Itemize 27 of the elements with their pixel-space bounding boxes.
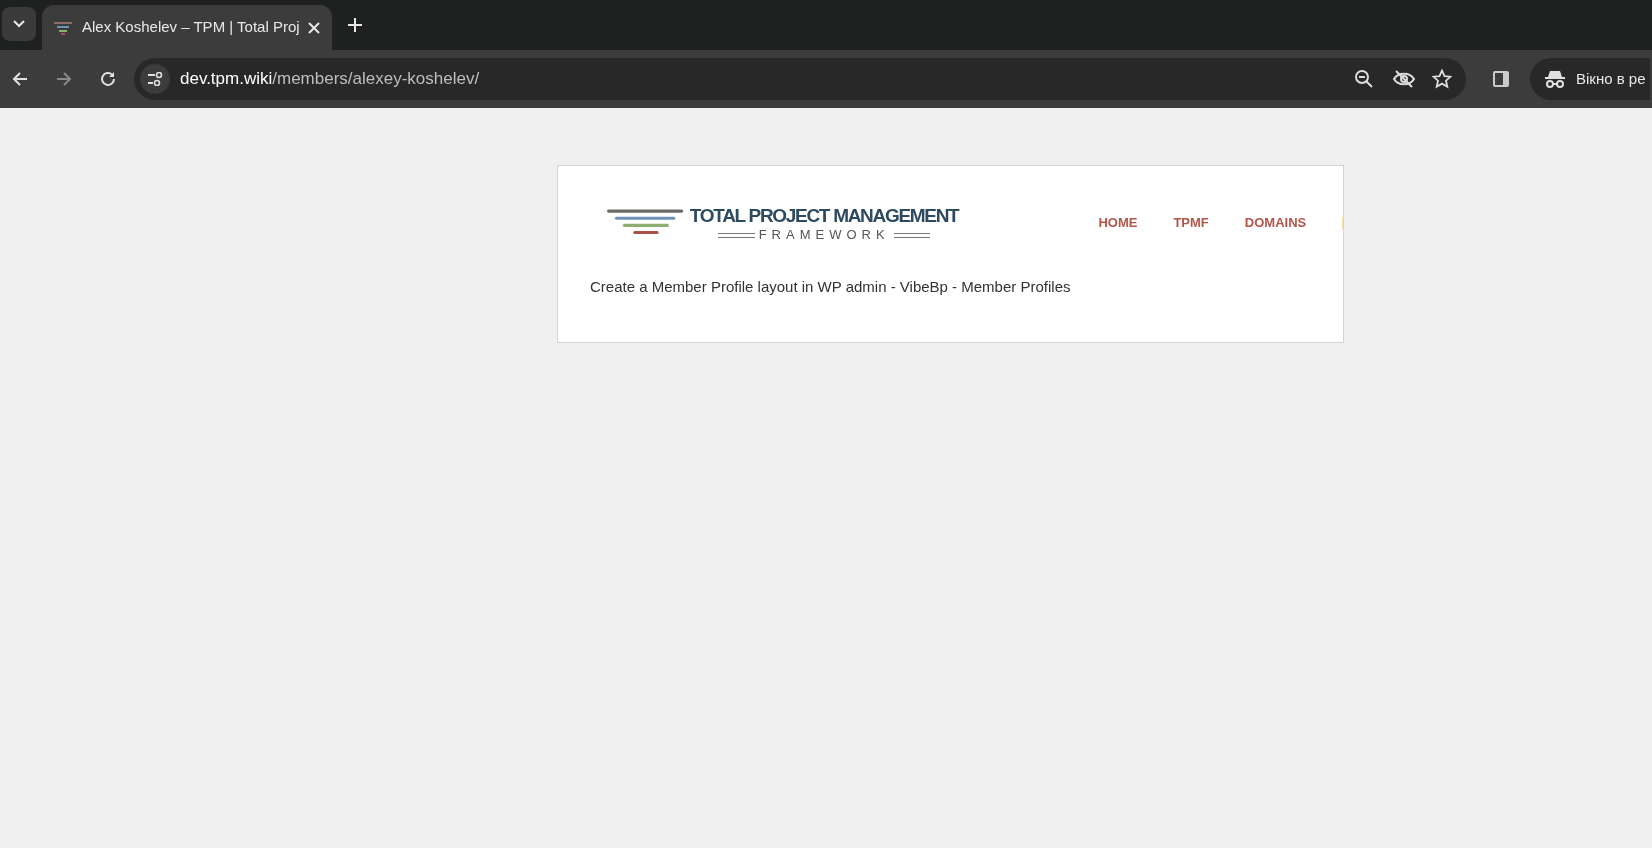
close-icon[interactable] [308, 21, 320, 34]
nav-link[interactable]: TPMF [1173, 213, 1209, 233]
favicon-icon [54, 20, 72, 35]
tune-icon [147, 72, 163, 86]
forward-arrow-icon [56, 71, 72, 87]
nav-link[interactable]: DOMAINS [1244, 213, 1307, 233]
nav-link[interactable]: HOME [1098, 213, 1138, 233]
address-bar[interactable]: dev.tpm.wiki/members/alexey-koshelev/ [134, 58, 1466, 100]
side-panel-icon[interactable] [1492, 70, 1510, 88]
incognito-icon [1544, 69, 1566, 89]
star-icon[interactable] [1432, 69, 1452, 89]
chevron-down-icon [13, 20, 25, 28]
browser-tab[interactable]: Alex Koshelev – TPM | Total Proj [42, 5, 332, 50]
message-text: Create a Member Profile layout in WP admin - VibeBp - Member Profiles [590, 277, 1072, 297]
incognito-chip[interactable]: Вікно в ре [1530, 58, 1650, 100]
incognito-label: Вікно в ре [1576, 68, 1646, 89]
zoom-out-icon[interactable] [1354, 69, 1374, 89]
logo-title: TOTAL PROJECT MANAGEMENT [689, 204, 959, 228]
tab-search-button[interactable] [2, 7, 36, 41]
plus-icon [348, 18, 362, 32]
url-text: dev.tpm.wiki/members/alexey-koshelev/ [180, 68, 480, 91]
tab-title: Alex Koshelev – TPM | Total Proj [82, 17, 301, 38]
eye-crossed-icon[interactable] [1392, 69, 1416, 89]
back-arrow-icon [12, 71, 28, 87]
site-info-button[interactable] [140, 64, 170, 94]
reload-icon [99, 70, 117, 88]
logo-subtitle: FRAMEWORK [758, 228, 890, 242]
